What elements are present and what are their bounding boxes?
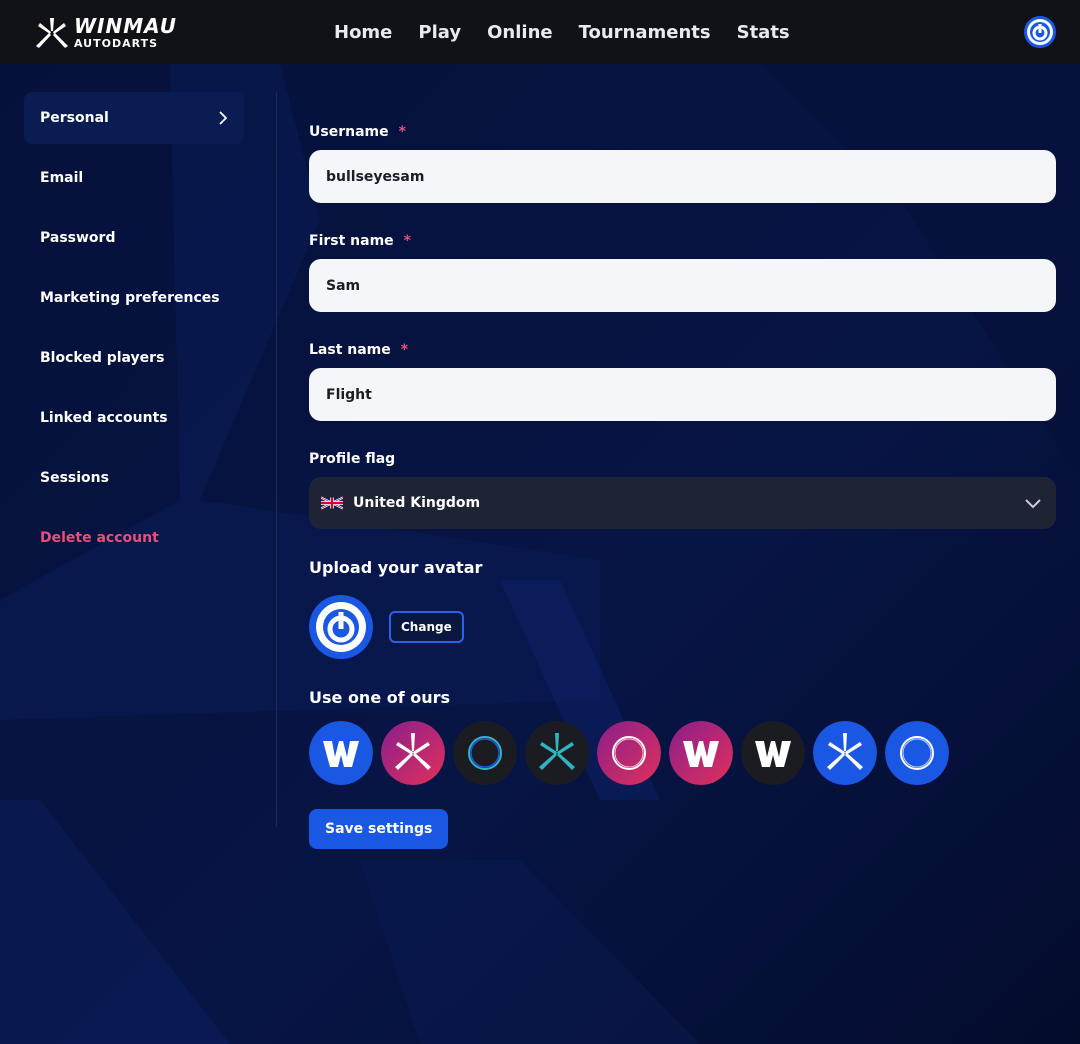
logo-brand: WINMAU [74,14,177,38]
first-name-label-text: First name [309,233,394,249]
chevron-right-icon [219,111,228,125]
preset-avatar-w-blue[interactable] [309,721,373,785]
sidebar-item-marketing-preferences[interactable]: Marketing preferences [24,272,244,324]
preset-avatar-ring-magenta[interactable] [597,721,661,785]
personal-settings-form: Username * First name * Last name * Prof… [309,120,1056,849]
sidebar-item-blocked-players[interactable]: Blocked players [24,332,244,384]
preset-avatar-w-magenta[interactable] [669,721,733,785]
last-name-label-text: Last name [309,342,391,358]
sidebar-item-label: Sessions [40,470,109,486]
logo-sub: AUTODARTS [74,37,159,50]
profile-flag-select[interactable]: United Kingdom [309,477,1056,529]
sidebar-item-password[interactable]: Password [24,212,244,264]
main-nav: Home Play Online Tournaments Stats [334,0,790,64]
nav-stats[interactable]: Stats [737,22,790,43]
nav-play[interactable]: Play [418,22,461,43]
top-bar: WINMAU AUTODARTS Home Play Online Tourna… [0,0,1080,64]
preset-avatar-star-blue[interactable] [813,721,877,785]
preset-avatars-title: Use one of ours [309,687,451,707]
user-avatar-power-icon[interactable] [1024,16,1056,48]
nav-home[interactable]: Home [334,22,392,43]
current-avatar-power-icon [309,595,373,659]
required-marker: * [403,233,411,249]
sidebar-item-sessions[interactable]: Sessions [24,452,244,504]
nav-online[interactable]: Online [487,22,552,43]
logo[interactable]: WINMAU AUTODARTS [36,16,177,49]
sidebar-item-personal[interactable]: Personal [24,92,244,144]
preset-avatars [309,721,1056,785]
chevron-down-icon [1025,499,1041,509]
required-marker: * [400,342,409,358]
sidebar-item-label: Password [40,230,116,246]
profile-flag-value: United Kingdom [353,495,481,511]
sidebar-item-label: Delete account [40,530,159,546]
nav-tournaments[interactable]: Tournaments [579,22,711,43]
winmau-logo-icon [36,17,68,48]
preset-avatar-star-magenta[interactable] [381,721,445,785]
profile-flag-label: Profile flag [309,451,396,467]
sidebar-item-label: Marketing preferences [40,290,220,306]
last-name-input[interactable] [309,368,1056,421]
avatar-upload-row: Change [309,595,1056,659]
preset-avatar-star-teal[interactable] [525,721,589,785]
last-name-label: Last name * [309,338,1056,362]
preset-avatar-ring-blue[interactable] [885,721,949,785]
settings-sidebar: Personal Email Password Marketing prefer… [24,92,244,572]
uk-flag-icon [321,496,343,510]
sidebar-item-label: Personal [40,110,109,126]
sidebar-item-email[interactable]: Email [24,152,244,204]
sidebar-item-linked-accounts[interactable]: Linked accounts [24,392,244,444]
preset-avatar-ring-teal[interactable] [453,721,517,785]
preset-avatar-w-black[interactable] [741,721,805,785]
upload-avatar-title: Upload your avatar [309,557,483,577]
sidebar-item-label: Linked accounts [40,410,168,426]
settings-main: Personal Email Password Marketing prefer… [0,64,1080,1044]
save-settings-button[interactable]: Save settings [309,809,449,849]
sidebar-item-label: Blocked players [40,350,165,366]
username-input[interactable] [309,150,1056,203]
username-label: Username * [309,120,1056,144]
change-avatar-button[interactable]: Change [389,611,464,643]
first-name-label: First name * [309,229,1056,253]
sidebar-item-delete-account[interactable]: Delete account [24,512,244,564]
first-name-input[interactable] [309,259,1056,312]
sidebar-item-label: Email [40,170,84,186]
required-marker: * [398,124,406,140]
username-label-text: Username [309,124,389,140]
sidebar-divider [276,92,277,827]
